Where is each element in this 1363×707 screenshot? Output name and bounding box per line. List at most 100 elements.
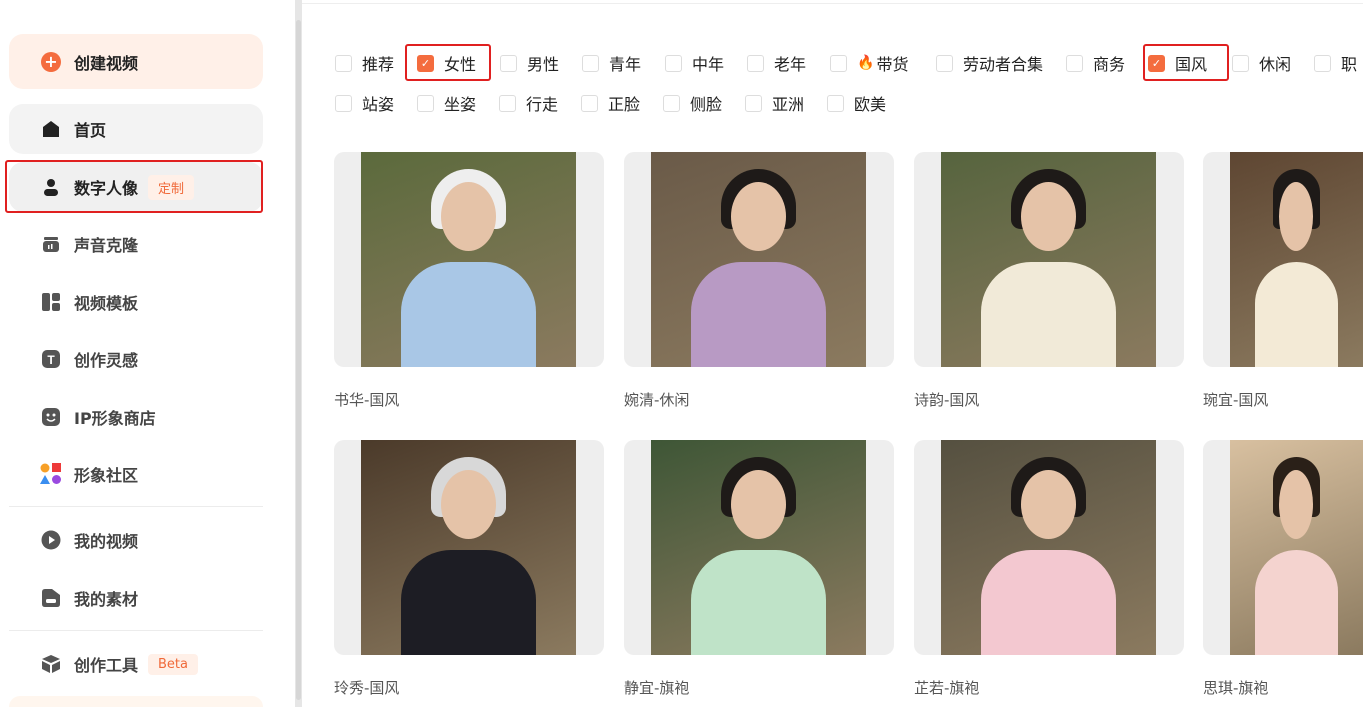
filter-option[interactable]: 坐姿 <box>417 91 499 115</box>
checkbox[interactable] <box>500 54 517 72</box>
avatar-name: 书华-国风 <box>334 391 400 409</box>
community-icon <box>40 463 62 485</box>
filter-label: 行走 <box>526 95 559 114</box>
avatar-thumbnail[interactable] <box>334 440 604 655</box>
avatar-card[interactable]: 婉清-休闲 <box>624 152 894 410</box>
avatar-name: 玲秀-国风 <box>334 679 400 697</box>
home-icon <box>40 118 62 140</box>
checkbox[interactable] <box>417 94 434 112</box>
highlight-box <box>405 44 491 81</box>
avatar-thumbnail[interactable] <box>624 440 894 655</box>
avatar-name: 婉清-休闲 <box>624 391 690 409</box>
filter-option[interactable]: 职 <box>1314 51 1358 75</box>
sidebar-item-video-template[interactable]: 视频模板 <box>9 277 263 327</box>
clothing <box>1254 261 1339 367</box>
checkbox[interactable] <box>581 94 598 112</box>
avatar-thumbnail[interactable] <box>1203 152 1363 367</box>
filter-option[interactable]: 劳动者合集 <box>936 51 1066 75</box>
checkbox[interactable] <box>830 54 847 72</box>
label: 我的素材 <box>74 590 139 609</box>
checkbox[interactable] <box>827 94 844 112</box>
checkbox[interactable] <box>1232 54 1249 72</box>
avatar-card[interactable]: 琬宜-国风 <box>1203 152 1363 410</box>
top-edge <box>302 0 1363 4</box>
filter-option[interactable]: 商务 <box>1066 51 1148 75</box>
play-icon <box>40 529 62 551</box>
filter-label: 职 <box>1341 55 1358 74</box>
avatar-thumbnail[interactable] <box>1203 440 1363 655</box>
checkbox[interactable] <box>1066 54 1083 72</box>
avatar-thumbnail[interactable] <box>914 152 1184 367</box>
sidebar-item-community[interactable]: 形象社区 <box>9 449 263 499</box>
checkbox[interactable] <box>499 94 516 112</box>
checkbox[interactable] <box>936 54 953 72</box>
checkbox[interactable] <box>335 54 352 72</box>
clothing <box>980 261 1116 367</box>
avatar-card[interactable]: 思琪-旗袍 <box>1203 440 1363 698</box>
face <box>1279 182 1314 251</box>
filter-option[interactable]: 站姿 <box>335 91 417 115</box>
filter-label: 亚洲 <box>772 95 805 114</box>
filter-option[interactable]: 男性 <box>500 51 582 75</box>
filter-option[interactable]: 休闲 <box>1232 51 1314 75</box>
sidebar-item-inspiration[interactable]: T 创作灵感 <box>9 334 263 384</box>
filter-label: 商务 <box>1093 55 1126 74</box>
filter-label: 劳动者合集 <box>963 55 1044 74</box>
avatar-name: 芷若-旗袍 <box>914 679 980 697</box>
sidebar-item-my-assets[interactable]: 我的素材 <box>9 573 263 623</box>
sidebar-item-voice-clone[interactable]: 声音克隆 <box>9 219 263 269</box>
avatar-name: 诗韵-国风 <box>914 391 980 409</box>
label: IP形象商店 <box>74 409 156 428</box>
highlight-box <box>1143 44 1229 81</box>
avatar-card[interactable]: 静宜-旗袍 <box>624 440 894 698</box>
filter-option[interactable]: 侧脸 <box>663 91 745 115</box>
label: 形象社区 <box>74 466 139 485</box>
checkbox[interactable] <box>665 54 682 72</box>
avatar-thumbnail[interactable] <box>624 152 894 367</box>
sidebar-item-my-videos[interactable]: 我的视频 <box>9 515 263 565</box>
avatar-photo <box>1230 440 1363 655</box>
avatar-card[interactable]: 书华-国风 <box>334 152 604 410</box>
checkbox[interactable] <box>1314 54 1331 72</box>
inspiration-icon: T <box>40 348 62 370</box>
filter-option[interactable]: 🔥 带货 <box>830 51 936 75</box>
clothing <box>1254 549 1339 655</box>
avatar-card[interactable]: 诗韵-国风 <box>914 152 1184 410</box>
divider <box>9 506 263 507</box>
checkbox[interactable] <box>745 94 762 112</box>
sidebar-scrollbar-thumb[interactable] <box>296 20 301 700</box>
filter-option[interactable]: 老年 <box>747 51 830 75</box>
filter-label: 青年 <box>609 55 642 74</box>
filter-option[interactable]: 亚洲 <box>745 91 827 115</box>
filter-label: 男性 <box>527 55 560 74</box>
sidebar-item-ip-store[interactable]: IP形象商店 <box>9 392 263 442</box>
filter-option[interactable]: 欧美 <box>827 91 909 115</box>
face <box>1020 182 1076 251</box>
filter-option[interactable]: 青年 <box>582 51 665 75</box>
avatar-card[interactable]: 玲秀-国风 <box>334 440 604 698</box>
filter-option[interactable]: 行走 <box>499 91 581 115</box>
face <box>440 182 496 251</box>
checkbox[interactable] <box>747 54 764 72</box>
filter-option[interactable]: 正脸 <box>581 91 663 115</box>
avatar-name: 静宜-旗袍 <box>624 679 690 697</box>
fire-icon: 🔥 <box>857 55 875 71</box>
checkbox[interactable] <box>582 54 599 72</box>
plus-circle-icon: + <box>40 51 62 73</box>
filter-label: 休闲 <box>1259 55 1292 74</box>
filter-option[interactable]: 中年 <box>665 51 747 75</box>
label: 创作灵感 <box>74 351 139 370</box>
sidebar-item-home[interactable]: 首页 <box>9 104 263 154</box>
highlight-box <box>5 160 263 213</box>
create-video-button[interactable]: + 创建视频 <box>9 34 263 89</box>
template-icon <box>40 291 62 313</box>
checkbox[interactable] <box>663 94 680 112</box>
avatar-card[interactable]: 芷若-旗袍 <box>914 440 1184 698</box>
avatar-name: 琬宜-国风 <box>1203 391 1269 409</box>
cube-icon <box>40 653 62 675</box>
avatar-thumbnail[interactable] <box>334 152 604 367</box>
sidebar-item-creation-tools[interactable]: 创作工具 Beta <box>9 639 263 689</box>
avatar-photo <box>361 152 576 367</box>
avatar-thumbnail[interactable] <box>914 440 1184 655</box>
checkbox[interactable] <box>335 94 352 112</box>
